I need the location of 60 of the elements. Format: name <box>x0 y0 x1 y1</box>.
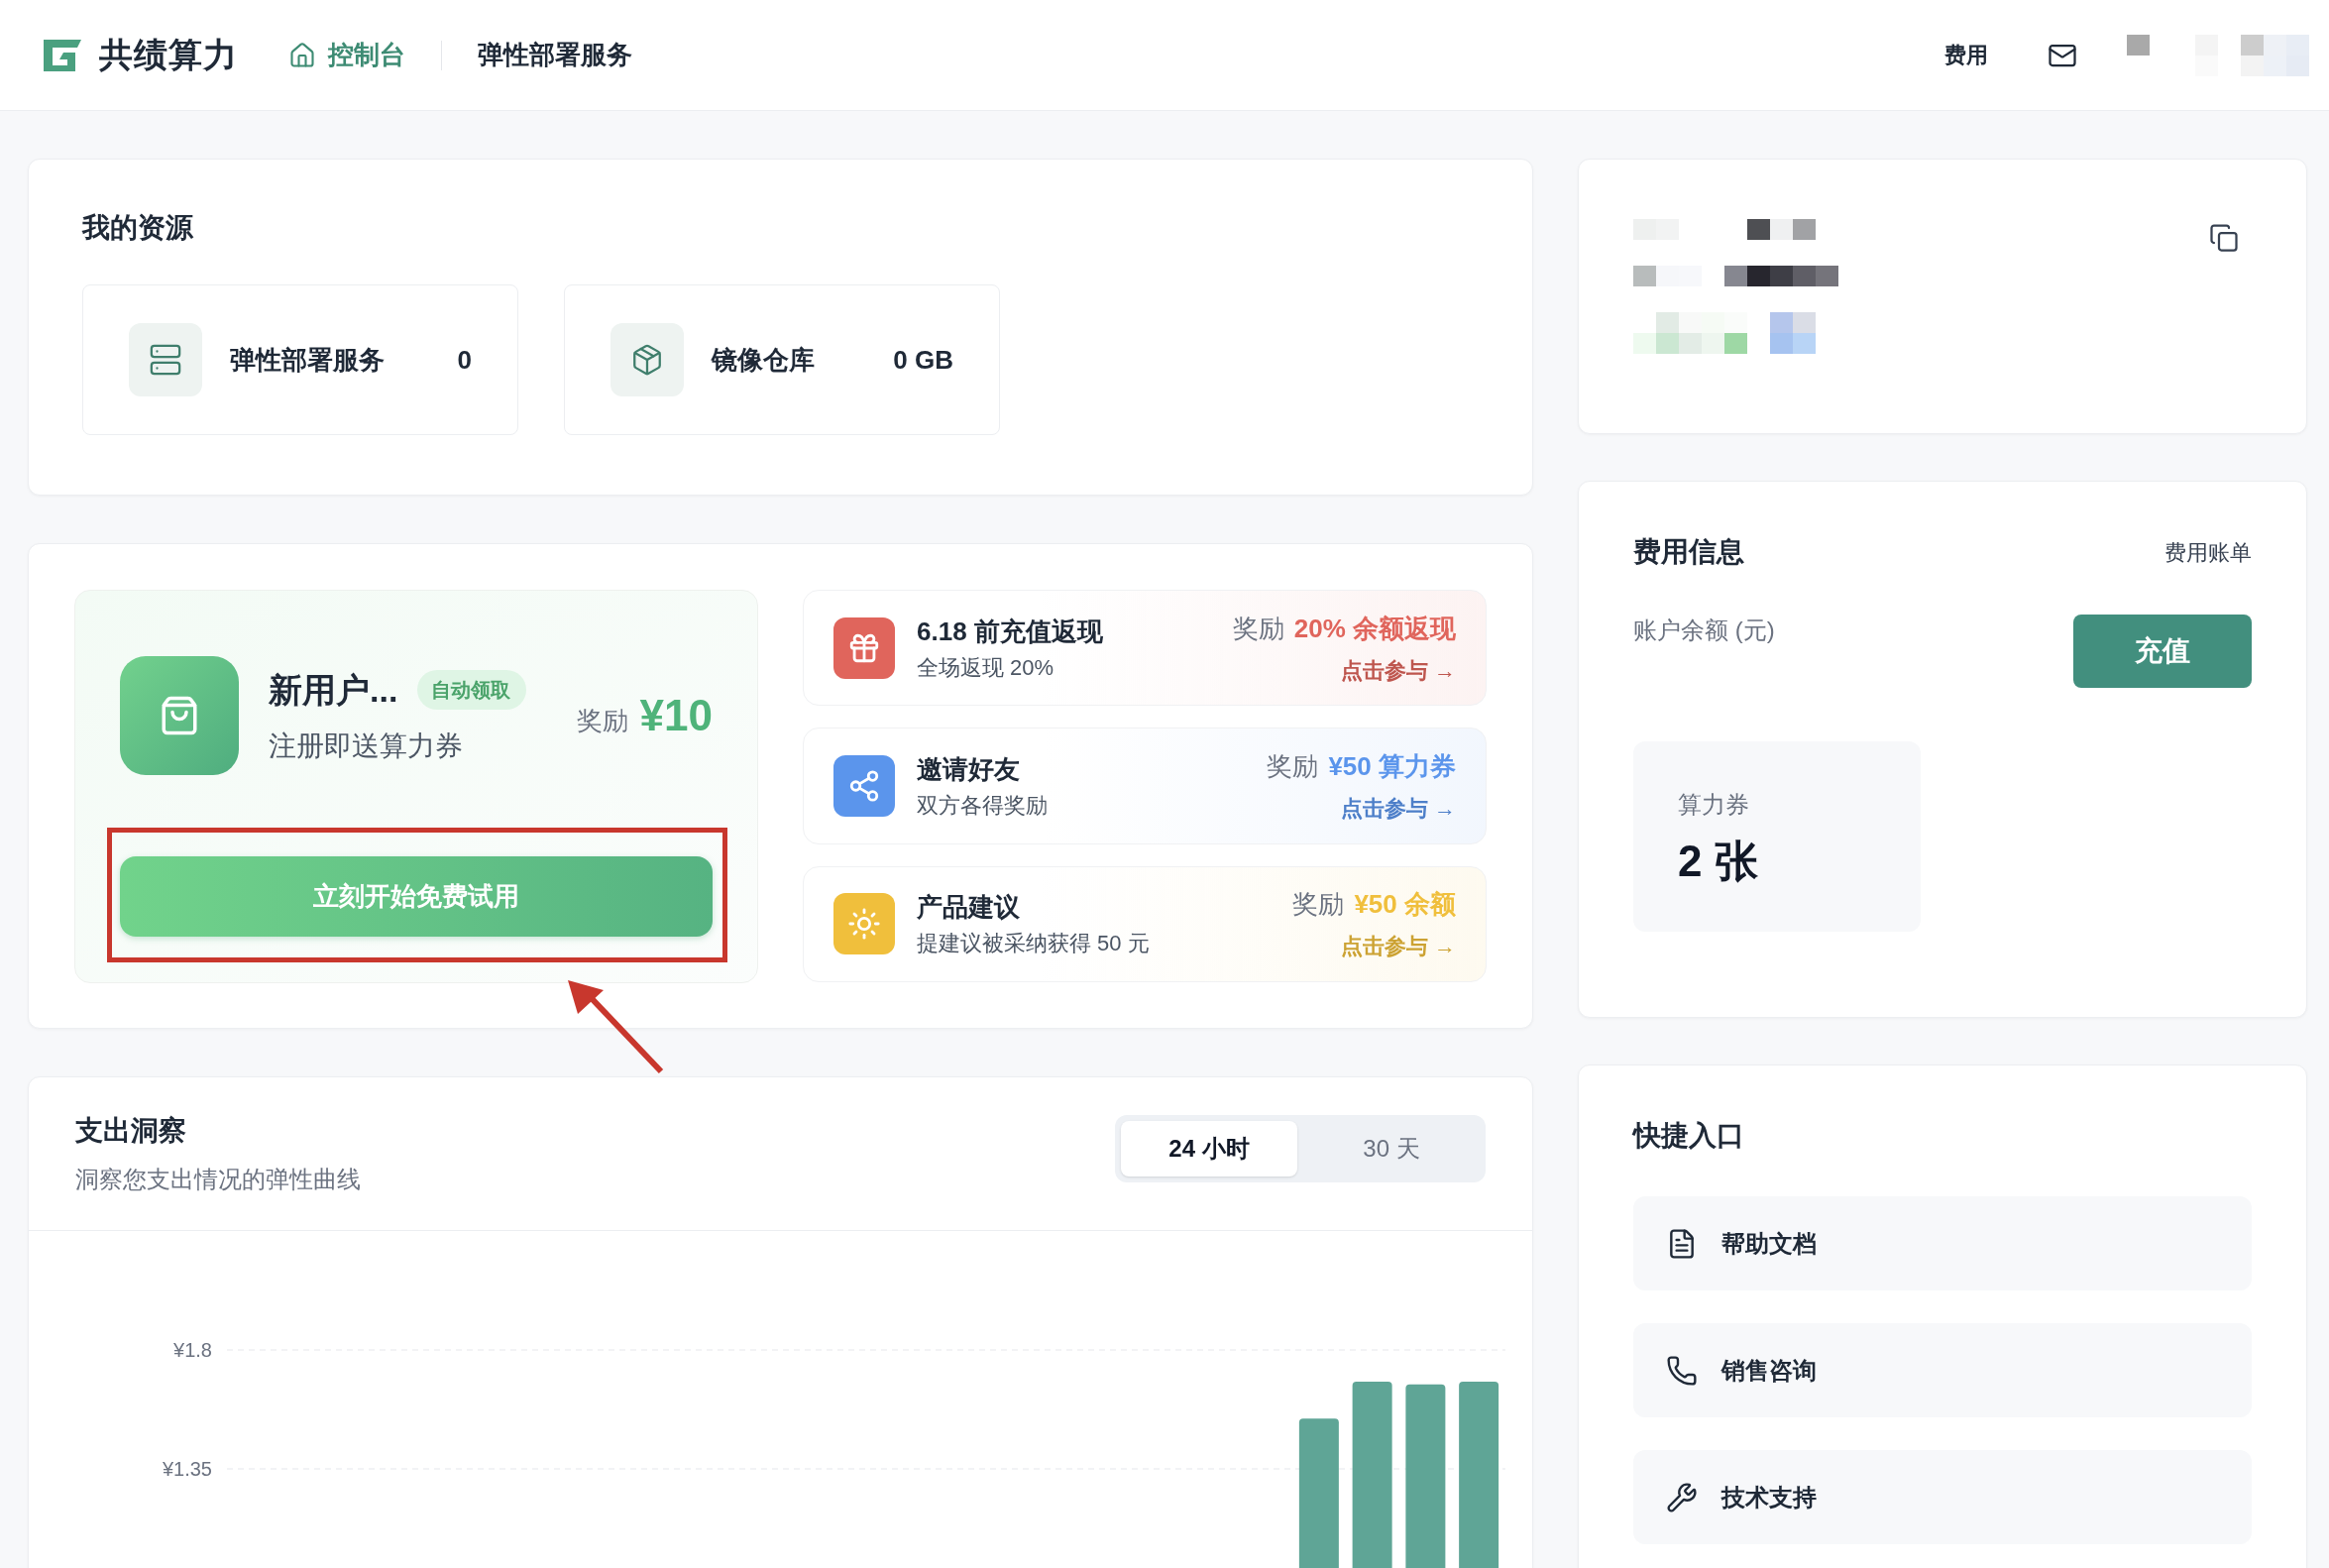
shortcut-item[interactable]: 技术支持 <box>1633 1450 2252 1544</box>
shortcut-label: 帮助文档 <box>1721 1228 1817 1259</box>
reward-label: 奖励 <box>1267 750 1319 783</box>
resource-value: 0 <box>457 343 472 377</box>
reward-label: 奖励 <box>1232 612 1284 645</box>
voucher-label: 算力券 <box>1678 790 1750 820</box>
reward-amount: ¥10 <box>639 690 713 741</box>
join-link[interactable]: 点击参与 → <box>1340 792 1456 825</box>
section-title: 费用信息 <box>1633 535 1744 569</box>
promotion-title: 邀请好友 <box>917 753 1021 786</box>
logo-text: 共绩算力 <box>99 35 238 75</box>
section-title: 支出洞察 <box>75 1114 187 1148</box>
recharge-button[interactable]: 充值 <box>2073 615 2252 688</box>
resource-label: 弹性部署服务 <box>230 343 385 377</box>
section-title: 快捷入口 <box>1633 1119 1745 1153</box>
reward-label: 奖励 <box>1292 888 1345 922</box>
cube-icon <box>630 343 664 377</box>
promotion-subtitle: 提建议被采纳获得 50 元 <box>917 930 1150 958</box>
promotion-row[interactable]: 6.18 前充值返现 全场返现 20% 奖励 20% 余额返现 点击参与 → <box>803 590 1487 707</box>
axis-label: ¥1.8 <box>173 1339 212 1361</box>
promotion-title: 6.18 前充值返现 <box>917 615 1103 648</box>
bill-link[interactable]: 费用账单 <box>2164 535 2252 569</box>
range-tab[interactable]: 30 天 <box>1303 1121 1480 1176</box>
shortcut-item[interactable]: 销售咨询 <box>1633 1323 2252 1417</box>
auto-claim-badge: 自动领取 <box>417 670 527 710</box>
offer-subtitle: 注册即送算力券 <box>269 728 464 763</box>
wrench-icon <box>1666 1481 1698 1513</box>
server-icon <box>149 343 182 377</box>
resource-label: 镜像仓库 <box>712 343 815 377</box>
reward-text: 20% 余额返现 <box>1293 612 1456 645</box>
resource-tile[interactable]: 镜像仓库 0 GB <box>564 284 1000 435</box>
voucher-count: 2 张 <box>1678 836 1759 887</box>
nav-link[interactable]: 弹性部署服务 <box>478 36 633 74</box>
join-link[interactable]: 点击参与 → <box>1340 653 1456 687</box>
promotion-row[interactable]: 产品建议 提建议被采纳获得 50 元 奖励 ¥50 余额 点击参与 → <box>803 865 1487 982</box>
promotion-subtitle: 全场返现 20% <box>917 653 1055 682</box>
offer-title: 新用户... <box>269 669 398 711</box>
sun-icon <box>847 907 881 942</box>
shortcut-item[interactable]: 帮助文档 <box>1633 1196 2252 1290</box>
reward-label: 奖励 <box>576 704 628 737</box>
axis-label: ¥1.35 <box>162 1458 212 1480</box>
reward-text: ¥50 余额 <box>1354 888 1456 922</box>
range-tab[interactable]: 24 小时 <box>1121 1121 1297 1176</box>
phone-icon <box>1666 1354 1698 1387</box>
fee-link[interactable]: 费用 <box>1944 39 1988 71</box>
copy-icon[interactable] <box>2209 223 2239 253</box>
resource-tile[interactable]: 弹性部署服务 0 <box>82 284 518 435</box>
promotion-title: 产品建议 <box>917 891 1021 925</box>
shortcut-label: 销售咨询 <box>1721 1355 1817 1386</box>
section-title: 我的资源 <box>82 211 194 245</box>
shortcut-label: 技术支持 <box>1721 1482 1817 1512</box>
share-icon <box>847 769 881 803</box>
promotion-subtitle: 双方各得奖励 <box>917 792 1048 820</box>
section-subtitle: 洞察您支出情况的弹性曲线 <box>75 1165 361 1194</box>
reward-text: ¥50 算力券 <box>1328 750 1456 783</box>
home-icon <box>288 41 317 69</box>
resource-value: 0 GB <box>893 343 953 377</box>
balance-label: 账户余额 (元) <box>1633 616 1775 645</box>
nav-link[interactable]: 控制台 <box>328 36 406 74</box>
promotion-row[interactable]: 邀请好友 双方各得奖励 奖励 ¥50 算力券 点击参与 → <box>803 728 1487 844</box>
